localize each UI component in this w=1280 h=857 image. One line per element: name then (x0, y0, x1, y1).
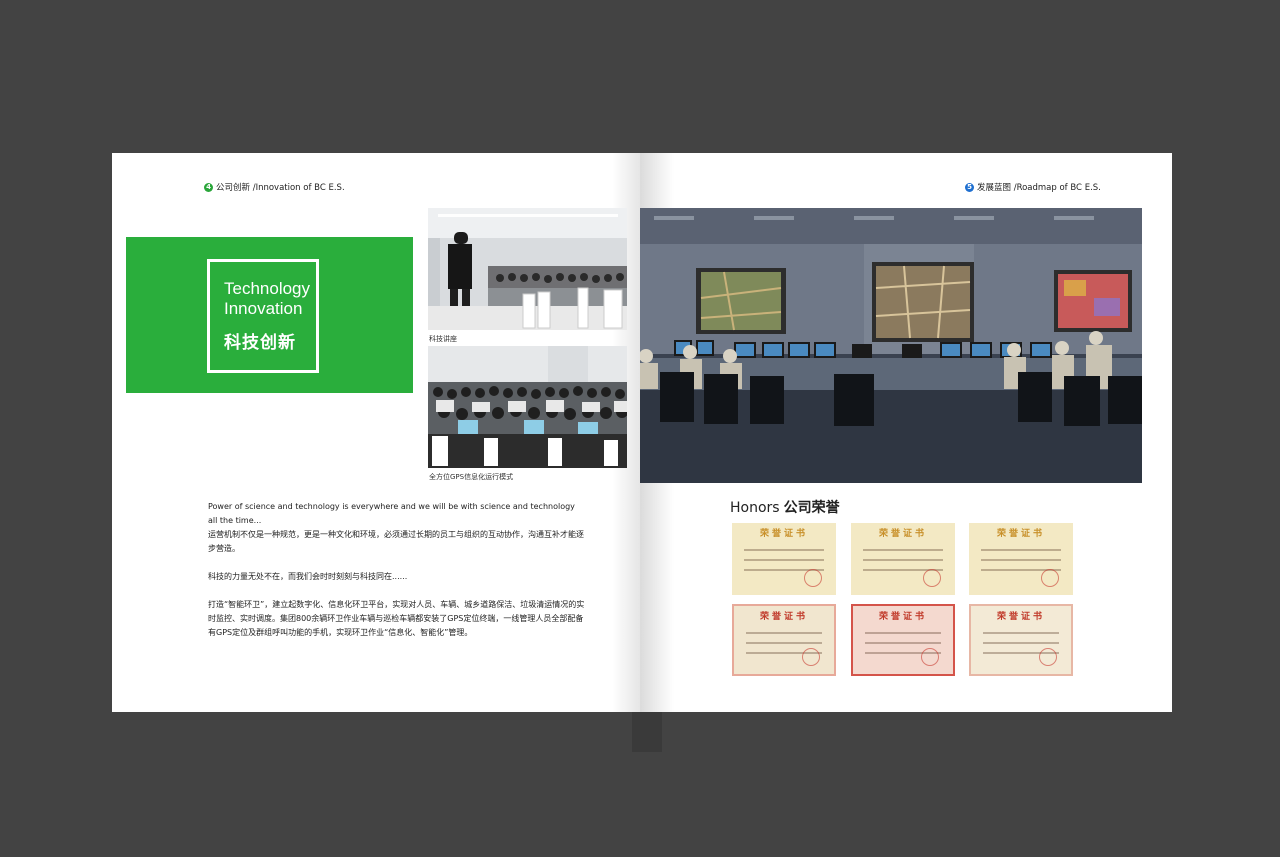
section-number-badge: 4 (204, 182, 213, 192)
lecture-photo (428, 208, 627, 330)
honors-title: Honors 公司荣誉 (730, 500, 840, 516)
title-line-2: Innovation (224, 299, 303, 318)
left-page: 4 公司创新 /Innovation of BC E.S. Technology… (112, 153, 640, 712)
title-block: Technology Innovation 科技创新 (126, 237, 413, 393)
english-intro: Power of science and technology is every… (208, 502, 575, 525)
honor-certificate: 荣誉证书 (969, 604, 1073, 676)
certificate-heading: 荣誉证书 (996, 612, 1045, 622)
section-number-badge: 5 (965, 182, 974, 192)
title-chinese: 科技创新 (224, 333, 296, 353)
seal-icon (1039, 648, 1057, 666)
audience-caption: 全方位GPS信息化运行模式 (429, 473, 514, 481)
audience-photo (428, 346, 627, 468)
lecture-caption: 科技讲座 (429, 335, 457, 343)
honor-certificate: 荣誉证书 (851, 523, 955, 595)
seal-icon (802, 648, 820, 666)
honor-certificate: 荣誉证书 (851, 604, 955, 676)
seal-icon (1041, 569, 1059, 587)
section-title: 公司创新 /Innovation of BC E.S. (216, 183, 345, 193)
certificate-heading: 荣誉证书 (759, 529, 808, 539)
honor-certificate: 荣誉证书 (732, 523, 836, 595)
control-room-photo (640, 208, 1142, 483)
right-page-header: 5 发展蓝图 /Roadmap of BC E.S. (965, 181, 1101, 193)
certificate-heading: 荣誉证书 (878, 612, 927, 622)
paragraph-science: 科技的力量无处不在，而我们会时时刻刻与科技同在...... (208, 572, 408, 581)
section-title: 发展蓝图 /Roadmap of BC E.S. (977, 183, 1101, 193)
paragraph-smart-sanitation: 打造“智能环卫”，建立起数字化、信息化环卫平台，实现对人员、车辆、城乡道路保洁、… (208, 600, 585, 637)
right-page: 5 发展蓝图 /Roadmap of BC E.S. Honors 公司荣誉 荣… (640, 153, 1172, 712)
honor-certificate: 荣誉证书 (969, 523, 1073, 595)
seal-icon (921, 648, 939, 666)
certificate-heading: 荣誉证书 (759, 612, 808, 622)
seal-icon (804, 569, 822, 587)
title-line-1: Technology (224, 279, 311, 298)
certificate-heading: 荣誉证书 (878, 529, 927, 539)
seal-icon (923, 569, 941, 587)
certificate-heading: 荣誉证书 (996, 529, 1045, 539)
honor-certificate: 荣誉证书 (732, 604, 836, 676)
left-page-header: 4 公司创新 /Innovation of BC E.S. (204, 181, 345, 193)
paragraph-mechanism: 运营机制不仅是一种规范，更是一种文化和环境，必须通过长期的员工与组织的互动协作，… (208, 530, 584, 553)
